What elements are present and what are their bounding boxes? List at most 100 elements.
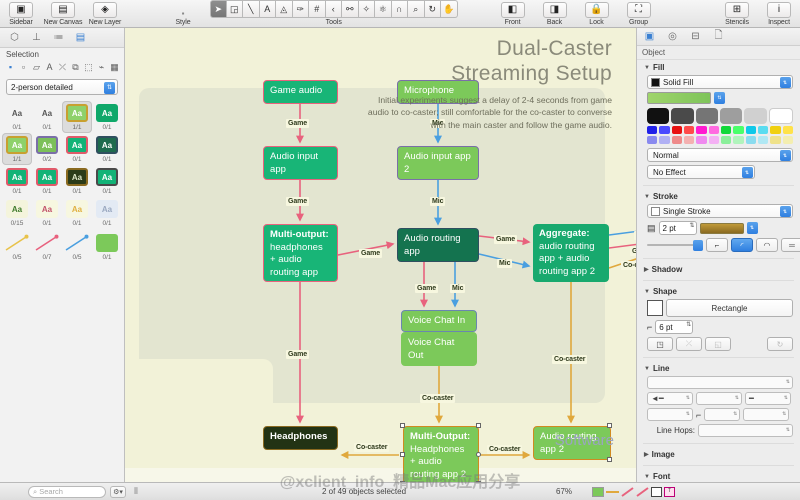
toolbar-item-lock[interactable]: 🔒 Lock (576, 0, 618, 26)
color-swatch[interactable] (745, 126, 756, 134)
edge-label[interactable]: Game (630, 247, 636, 256)
edge-label[interactable]: Mic (450, 284, 466, 293)
toolbar-item-stencils[interactable]: ⊞ Stencils (716, 0, 758, 26)
legend-shape-icon[interactable] (651, 486, 662, 497)
hand-tool[interactable]: ✋ (441, 0, 458, 18)
color-swatch[interactable] (696, 126, 707, 134)
line-offset-field[interactable]: ⇅ (743, 408, 790, 421)
color-swatch[interactable] (659, 126, 670, 134)
edge-label[interactable]: Game (359, 249, 383, 258)
filter-table-icon[interactable]: ▦ (109, 61, 120, 73)
legend-text-icon[interactable]: T (664, 486, 675, 497)
color-swatch[interactable] (671, 126, 682, 134)
color-swatch[interactable] (671, 108, 694, 124)
stencils-tab[interactable]: ⬡ (8, 31, 21, 44)
color-swatch[interactable] (671, 136, 682, 144)
cap-butt-button[interactable]: ═ (781, 238, 800, 252)
blend-mode-select[interactable]: Normal ⇅ (647, 148, 793, 162)
color-swatch[interactable] (745, 136, 756, 144)
legend-line-red2-icon[interactable] (636, 486, 649, 497)
node-aggregate[interactable]: Aggregate: audio routing app + audio rou… (533, 224, 609, 282)
corner-sharp-button[interactable]: ⌐ (706, 238, 728, 252)
color-swatch[interactable] (683, 126, 695, 134)
canvases-tab[interactable]: ⊥ (30, 31, 43, 44)
edge-label[interactable]: Co-caster (354, 443, 390, 452)
corner-bevel-button[interactable]: ◠ (756, 238, 778, 252)
color-swatch[interactable] (782, 136, 793, 144)
color-swatch[interactable] (770, 126, 781, 134)
node-voice-chat-in[interactable]: Voice Chat In (401, 310, 477, 332)
shape-name-button[interactable]: Rectangle (666, 299, 793, 317)
color-swatch[interactable] (683, 136, 695, 144)
fill-gradient-menu-button[interactable]: ⇅ (714, 92, 725, 104)
legend-fill-swatch[interactable] (592, 486, 604, 497)
slider-knob[interactable] (693, 239, 703, 251)
color-swatch[interactable] (696, 136, 707, 144)
line-end-arrow-select[interactable]: ━ ⇅ (745, 392, 791, 405)
line-mid-marker-select[interactable]: ⇅ (696, 392, 742, 405)
style-swatch[interactable]: Aa 0/1 (32, 101, 62, 133)
angle-tool[interactable]: ‹ (325, 0, 342, 18)
style-swatch[interactable]: Aa 0/1 (32, 197, 62, 229)
color-swatch[interactable] (768, 108, 793, 124)
node-audio-input-app[interactable]: Audio input app (263, 146, 338, 180)
image-section-header[interactable]: ▶ Image (637, 447, 800, 462)
selection-handle[interactable] (400, 452, 405, 457)
grid-tool[interactable]: # (309, 0, 326, 18)
shape-section-header[interactable]: ▼ Shape (637, 284, 800, 299)
color-swatch[interactable] (708, 136, 719, 144)
edge-label[interactable]: Game (286, 197, 310, 206)
stepper-arrows-icon[interactable]: ⇅ (689, 223, 694, 229)
edge-label[interactable]: Game (415, 284, 439, 293)
pen-tool[interactable]: ◬ (276, 0, 293, 18)
corner-radius-stepper[interactable]: 6 pt ⇅ (655, 320, 694, 334)
toolbar-item-back[interactable]: ◨ Back (534, 0, 576, 26)
node-multi-output-headphones[interactable]: Multi-output: headphones + audio routing… (263, 224, 338, 282)
action-tool[interactable]: ✧ (358, 0, 375, 18)
style-swatch[interactable]: Aa 0/1 (2, 165, 32, 197)
diagram-tool[interactable]: ⚯ (342, 0, 359, 18)
stroke-dash-slider[interactable] (647, 239, 703, 251)
subgraph-tool[interactable]: ⚛ (375, 0, 392, 18)
stroke-color-chip[interactable] (651, 206, 660, 216)
legend-line-orange-icon[interactable] (606, 487, 619, 497)
edge-label[interactable]: Co-caster (621, 261, 636, 270)
edge-label[interactable]: Game (286, 119, 310, 128)
filter-line-icon[interactable]: ⤫ (57, 61, 68, 73)
edge-label[interactable]: Co-caster (487, 445, 523, 454)
settings-gear-button[interactable]: ⚙▾ (110, 485, 126, 498)
style-swatch[interactable]: Aa 0/1 (62, 133, 92, 165)
edge-label[interactable]: Game (286, 350, 310, 359)
toolbar-item-sidebar[interactable]: ▣ Sidebar (0, 0, 42, 26)
line-hops-select[interactable]: ⇅ (698, 424, 793, 437)
corner-round-button[interactable]: ◜ (731, 238, 753, 252)
style-toolbar-item[interactable]: ▪ Style (162, 0, 204, 26)
rotate-tool[interactable]: ↻ (424, 0, 441, 18)
filter-connect-icon[interactable]: ⌁ (96, 61, 107, 73)
toolbar-item-new-layer[interactable]: ◈ New Layer (84, 0, 126, 26)
color-swatch[interactable] (757, 136, 769, 144)
stroke-color-menu-button[interactable]: ⇅ (746, 222, 758, 234)
edge-label[interactable]: Mic (497, 259, 513, 268)
canvas-area[interactable]: Game audio Microphone Audio input app Audio… (125, 28, 636, 482)
style-swatch[interactable]: Aa 1/1 (2, 133, 32, 165)
color-swatch[interactable] (708, 126, 719, 134)
stroke-width-stepper[interactable]: 2 pt ⇅ (658, 221, 697, 235)
fill-type-select[interactable]: Solid Fill ⇅ (647, 75, 793, 89)
style-swatch[interactable]: Aa 0/1 (92, 165, 122, 197)
toolbar-item-group[interactable]: ⛶ Group (618, 0, 660, 26)
line-style-swatch[interactable]: 0/7 (32, 231, 62, 263)
line-corner-field[interactable]: ⇅ (704, 408, 741, 421)
edge-label[interactable]: Co-caster (420, 394, 456, 403)
edge-label[interactable]: Co-caster (552, 355, 588, 364)
node-voice-chat-out[interactable]: Voice Chat Out (401, 332, 477, 366)
stepper-arrows-icon[interactable]: ⇅ (733, 411, 737, 417)
line-section-header[interactable]: ▼ Line (637, 361, 800, 376)
style-swatch[interactable]: Aa 0/15 (2, 197, 32, 229)
zoom-level[interactable]: 67% (556, 487, 572, 496)
style-swatch[interactable]: Aa 1/1 (62, 101, 92, 133)
node-audio-routing-app[interactable]: Audio routing app (397, 228, 479, 262)
zoom-tool[interactable]: ⌕ (408, 0, 425, 18)
color-swatch[interactable] (719, 108, 743, 124)
color-swatch[interactable] (647, 126, 658, 134)
